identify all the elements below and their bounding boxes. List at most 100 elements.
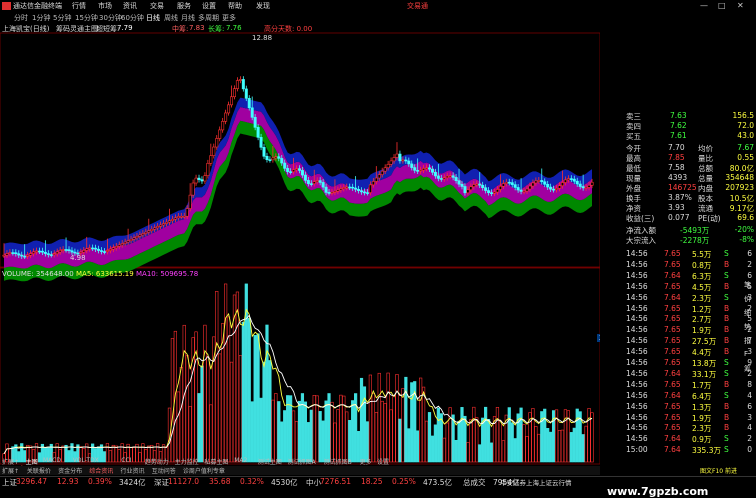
candle-body <box>159 224 163 227</box>
period-tab-1[interactable]: 1分钟 <box>32 13 50 23</box>
candle-body <box>114 246 118 249</box>
maximize-icon[interactable]: □ <box>718 1 726 10</box>
indicator-name[interactable]: 筹码灵通主图 <box>56 24 98 34</box>
tick-row[interactable]: 14:56 7.65 1.7万 B 8 <box>600 380 756 390</box>
ask-row[interactable]: 买五 7.61 43.0 <box>600 131 756 141</box>
status-tail[interactable]: 图文F10 前进 <box>700 466 737 475</box>
tick-row[interactable]: 14:56 7.65 4.4万 B 3 <box>600 347 756 357</box>
volume-bar <box>215 291 219 463</box>
indicator-tab-3[interactable]: VOL-TDX <box>73 457 99 464</box>
tick-row[interactable]: 14:56 7.65 1.3万 B 6 <box>600 402 756 412</box>
info-tab-2[interactable]: 资金分布 <box>58 466 82 475</box>
info-tab-4[interactable]: 行业资讯 <box>121 466 145 475</box>
menu-item-7[interactable]: 发现 <box>256 1 270 11</box>
tick-row[interactable]: 14:56 7.64 0.9万 S 2 <box>600 434 756 444</box>
tick-row[interactable]: 14:56 7.65 27.5万 B 7 <box>600 336 756 346</box>
menu-item-5[interactable]: 设置 <box>202 1 216 11</box>
indicator-tab-0[interactable]: 扩展↑ <box>2 457 19 466</box>
flow-row[interactable]: 净流入额 -5493万 -20% <box>600 225 756 235</box>
panel-side-tab-4[interactable]: 指 <box>744 336 756 350</box>
server-name[interactable]: 平安证券上海上证云行情 <box>500 477 572 487</box>
menu-item-6[interactable]: 帮助 <box>228 1 242 11</box>
volume-bar <box>569 432 573 463</box>
period-tab-7[interactable]: 周线 <box>164 13 178 23</box>
period-tab-10[interactable]: 更多 <box>222 13 236 23</box>
broker-link[interactable]: 交易通 <box>407 1 428 11</box>
panel-side-tab-2[interactable]: 细 <box>744 308 756 322</box>
indicator-tab-11[interactable]: 测试抓图B <box>324 457 352 466</box>
tick-row[interactable]: 14:56 7.65 2.3万 B 4 <box>600 423 756 433</box>
indicator-tab-6[interactable]: 主力监控 <box>175 457 199 466</box>
tick-row[interactable]: 15:00 7.64 335.3万 S 0 <box>600 445 756 455</box>
indicator-tab-2[interactable]: MACD <box>43 457 61 464</box>
period-tab-8[interactable]: 月线 <box>181 13 195 23</box>
indicator-tab-13[interactable]: 设置 <box>377 457 389 466</box>
ask-row[interactable]: 卖四 7.62 72.0 <box>600 121 756 131</box>
tick-row[interactable]: 14:56 7.65 1.2万 B 2 <box>600 304 756 314</box>
indicator-tab-12[interactable]: 更多 <box>360 457 372 466</box>
panel-side-tab-6[interactable]: 筹 <box>744 364 756 378</box>
candle-body <box>330 192 334 194</box>
indicator-tab-10[interactable]: 测试抓图A <box>288 457 316 466</box>
menu-item-2[interactable]: 资讯 <box>123 1 137 11</box>
info-tab-1[interactable]: 关联报价 <box>27 466 51 475</box>
tick-row[interactable]: 14:56 7.65 1.9万 B 3 <box>600 413 756 423</box>
quote-row[interactable]: 现量 4393 总量 354648 <box>600 173 756 183</box>
tick-row[interactable]: 14:56 7.65 13.8万 S 9 <box>600 358 756 368</box>
close-icon[interactable]: ✕ <box>737 1 744 10</box>
panel-side-tab-0[interactable]: 笔 <box>744 280 756 294</box>
indicator-tab-7[interactable]: 私募主图 <box>204 457 228 466</box>
menu-item-3[interactable]: 交易 <box>150 1 164 11</box>
period-tab-3[interactable]: 15分钟 <box>75 13 98 23</box>
info-tab-6[interactable]: 诊周户值利专章 <box>183 466 225 475</box>
period-tab-6[interactable]: 日线 <box>146 13 160 23</box>
menu-item-1[interactable]: 市场 <box>98 1 112 11</box>
tick-row[interactable]: 14:56 7.64 2.3万 S 3 <box>600 293 756 303</box>
flow-row[interactable]: 大宗流入 -2278万 -8% <box>600 235 756 245</box>
indicator-tab-4[interactable]: CCI <box>121 457 131 464</box>
tick-row[interactable]: 14:56 7.64 6.3万 S 6 <box>600 271 756 281</box>
quote-row[interactable]: 最低 7.58 总额 80.0亿 <box>600 163 756 173</box>
period-tab-5[interactable]: 60分钟 <box>121 13 144 23</box>
quote-row[interactable]: 外盘 146725 内盘 207923 <box>600 183 756 193</box>
panel-side-tab-5[interactable]: F <box>744 350 756 364</box>
tick-row[interactable]: 14:56 7.65 4.5万 B 5 <box>600 282 756 292</box>
quote-row[interactable]: 今开 7.70 均价 7.67 <box>600 143 756 153</box>
volume-bar <box>114 445 118 463</box>
tick-row[interactable]: 14:56 7.65 5.5万 S 6 <box>600 249 756 259</box>
panel-side-tab-3[interactable]: 势 <box>744 322 756 336</box>
high-days-note: 高分天数: 0.00 <box>264 25 313 33</box>
period-tab-4[interactable]: 30分钟 <box>99 13 122 23</box>
indicator-tab-1[interactable]: 主图 <box>26 457 38 466</box>
ask-row[interactable]: 卖三 7.63 156.5 <box>600 111 756 121</box>
quote-row[interactable]: 最高 7.85 量比 0.55 <box>600 153 756 163</box>
tick-row[interactable]: 14:56 7.65 0.8万 B 2 <box>600 260 756 270</box>
panel-side-tab-1[interactable]: 价 <box>744 294 756 308</box>
tick-row[interactable]: 14:56 7.65 2.7万 B 5 <box>600 314 756 324</box>
quote-row[interactable]: 换手 3.87% 股本 10.5亿 <box>600 193 756 203</box>
menu-item-4[interactable]: 服务 <box>177 1 191 11</box>
period-tab-9[interactable]: 多周期 <box>198 13 219 23</box>
volume-bar <box>460 407 464 463</box>
quote-row[interactable]: 净资 3.93 流通 9.17亿 <box>600 203 756 213</box>
tick-side: S <box>724 270 729 280</box>
tick-row[interactable]: 14:56 7.64 33.1万 S 2 <box>600 369 756 379</box>
indicator-tab-9[interactable]: 测试主图 <box>258 457 282 466</box>
volume-bar <box>300 393 305 463</box>
info-tab-0[interactable]: 扩展↑ <box>2 466 19 475</box>
period-tab-2[interactable]: 5分钟 <box>53 13 71 23</box>
info-tab-3[interactable]: 综合资讯 <box>89 466 113 475</box>
menu-item-0[interactable]: 行情 <box>72 1 86 11</box>
tick-row[interactable]: 14:56 7.65 1.9万 B 2 <box>600 325 756 335</box>
quote-row[interactable]: 收益(三) 0.077 PE(动) 69.6 <box>600 213 756 223</box>
tick-side: B <box>724 423 730 433</box>
candle-body <box>463 186 467 194</box>
indicator-tab-5[interactable]: 趋势动力 <box>145 457 169 466</box>
period-tab-0[interactable]: 分时 <box>14 13 28 23</box>
minimize-icon[interactable]: — <box>700 1 708 10</box>
candle-body <box>478 183 482 186</box>
info-tab-5[interactable]: 互动问答 <box>152 466 176 475</box>
indicator-tab-8[interactable]: MA2 <box>234 457 247 464</box>
tick-volume: 0.9万 <box>692 435 712 445</box>
tick-row[interactable]: 14:56 7.64 6.4万 S 4 <box>600 391 756 401</box>
